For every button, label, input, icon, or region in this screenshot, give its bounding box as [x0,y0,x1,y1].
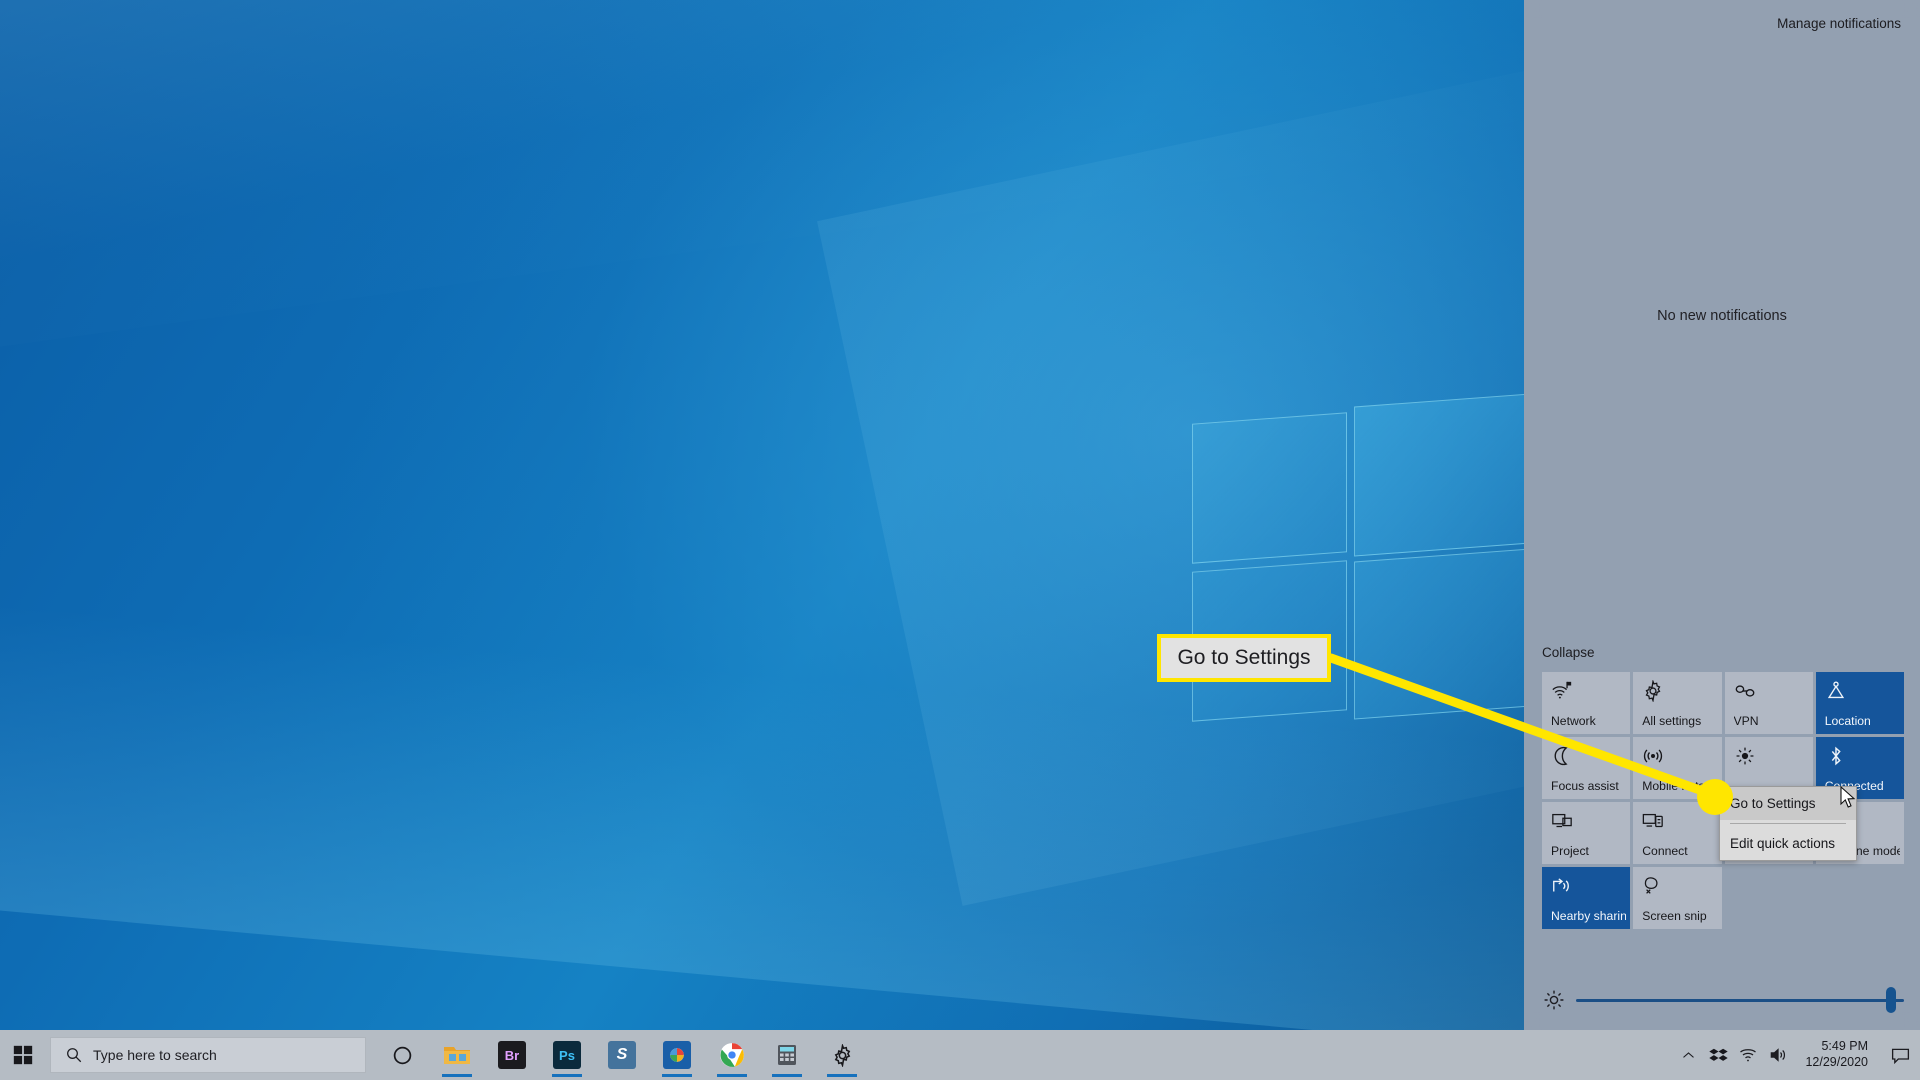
adobe-photoshop-icon: Ps [553,1041,581,1069]
annotation-callout-label: Go to Settings [1177,646,1311,669]
desktop-screen: Manage notifications No new notification… [0,0,1920,1080]
collapse-quick-actions-link[interactable]: Collapse [1542,645,1595,660]
quick-action-tile-project[interactable]: Project [1542,802,1631,864]
search-input[interactable]: Type here to search [50,1037,366,1073]
taskbar-item-calculator[interactable] [769,1034,805,1077]
quick-action-tile-label: Network [1551,714,1596,728]
taskbar-app-list: Br Ps S [384,1034,860,1077]
gear-icon [1642,680,1664,702]
snagit-icon: S [608,1041,636,1069]
quick-action-tile-screen-snip[interactable]: Screen snip [1633,867,1722,929]
slack-icon [663,1041,691,1069]
screen-snip-icon [1642,875,1664,897]
gear-icon [834,1043,850,1067]
clock-time: 5:49 PM [1821,1039,1868,1054]
adobe-bridge-icon: Br [498,1041,526,1069]
taskbar-item-adobe-bridge[interactable]: Br [494,1034,530,1076]
quick-action-tile-location[interactable]: Location [1815,672,1904,734]
taskbar-item-settings[interactable] [824,1034,860,1077]
project-screen-icon [1551,810,1573,832]
quick-action-tile-label: Focus assist [1551,779,1619,793]
calculator-icon [778,1045,796,1065]
action-center-panel: Manage notifications No new notification… [1524,0,1920,1030]
wallpaper-sheen-top [0,0,1524,367]
quick-action-tile-all-settings[interactable]: All settings [1633,672,1722,734]
quick-action-tile-vpn[interactable]: VPN [1724,672,1813,734]
taskbar-item-file-explorer[interactable] [439,1034,475,1077]
vpn-icon [1734,680,1756,702]
taskbar-clock[interactable]: 5:49 PM 12/29/2020 [1793,1030,1880,1080]
desktop-wallpaper[interactable] [0,0,1524,1080]
start-logo-glyph [13,1045,33,1065]
hotspot-icon [1642,745,1664,767]
quick-action-tile-label: Project [1551,844,1589,858]
annotation-callout-box: Go to Settings [1157,634,1331,682]
quick-action-context-menu: Go to Settings Edit quick actions [1719,786,1857,861]
taskbar-item-cortana[interactable] [384,1034,420,1076]
search-icon [65,1046,83,1064]
logo-pane-bottom-right [1354,548,1524,720]
context-menu-separator [1730,823,1846,824]
logo-pane-top-right [1354,393,1524,557]
brightness-slider[interactable] [1576,987,1904,1013]
google-chrome-icon [720,1043,744,1067]
taskbar-item-snagit[interactable]: S [604,1034,640,1076]
quick-action-tile-label: All settings [1642,714,1702,728]
context-menu-item-edit-quick-actions[interactable]: Edit quick actions [1720,827,1856,860]
notification-bubble-icon[interactable] [1880,1030,1920,1080]
windows-start-icon[interactable] [0,1030,46,1080]
taskbar-item-slack[interactable] [659,1034,695,1077]
quick-action-tile-label: Screen snip [1642,909,1707,923]
logo-pane-top-left [1192,412,1347,564]
brightness-slider-row [1542,982,1904,1018]
brightness-icon [1734,745,1756,767]
search-placeholder-text: Type here to search [93,1047,217,1063]
context-menu-item-label: Edit quick actions [1730,836,1836,851]
network-wifi-icon [1551,680,1573,702]
quick-action-tile-label: Nearby sharing [1551,909,1627,923]
speaker-icon[interactable] [1763,1030,1793,1080]
quick-action-tile-nearby-sharing[interactable]: Nearby sharing [1542,867,1631,929]
moon-icon [1551,745,1573,767]
bluetooth-icon [1825,745,1847,767]
quick-action-tile-label: Connect [1642,844,1688,858]
chevron-up-icon[interactable] [1673,1030,1703,1080]
clock-date: 12/29/2020 [1805,1055,1868,1069]
dropbox-icon[interactable] [1703,1030,1733,1080]
context-menu-item-label: Go to Settings [1730,796,1816,811]
file-explorer-icon [444,1047,470,1064]
cortana-circle-icon [393,1046,411,1064]
system-tray: 5:49 PM 12/29/2020 [1673,1030,1920,1080]
wifi-icon[interactable] [1733,1030,1763,1080]
quick-action-tile-label: Mobile hots [1642,779,1705,793]
brightness-slider-thumb[interactable] [1885,987,1896,1013]
location-pin-icon [1825,680,1847,702]
context-menu-item-go-to-settings[interactable]: Go to Settings [1720,787,1856,820]
quick-action-tile-mobile-hots[interactable]: Mobile hots [1633,737,1722,799]
taskbar-item-adobe-photoshop[interactable]: Ps [549,1034,585,1077]
brightness-icon [1542,988,1566,1012]
notifications-empty-state: No new notifications [1657,308,1787,324]
manage-notifications-link[interactable]: Manage notifications [1777,16,1901,31]
quick-action-tile-focus-assist[interactable]: Focus assist [1542,737,1631,799]
nearby-sharing-icon [1551,875,1573,897]
quick-action-tile-label: VPN [1733,714,1759,728]
quick-action-tile-label: Location [1824,714,1871,728]
taskbar-item-google-chrome[interactable] [714,1034,750,1077]
taskbar: Type here to search Br Ps S 5:49 PM 12/2… [0,1030,1920,1080]
quick-action-tile-connect[interactable]: Connect [1633,802,1722,864]
connect-device-icon [1642,810,1664,832]
quick-action-tile-network[interactable]: Network [1542,672,1631,734]
